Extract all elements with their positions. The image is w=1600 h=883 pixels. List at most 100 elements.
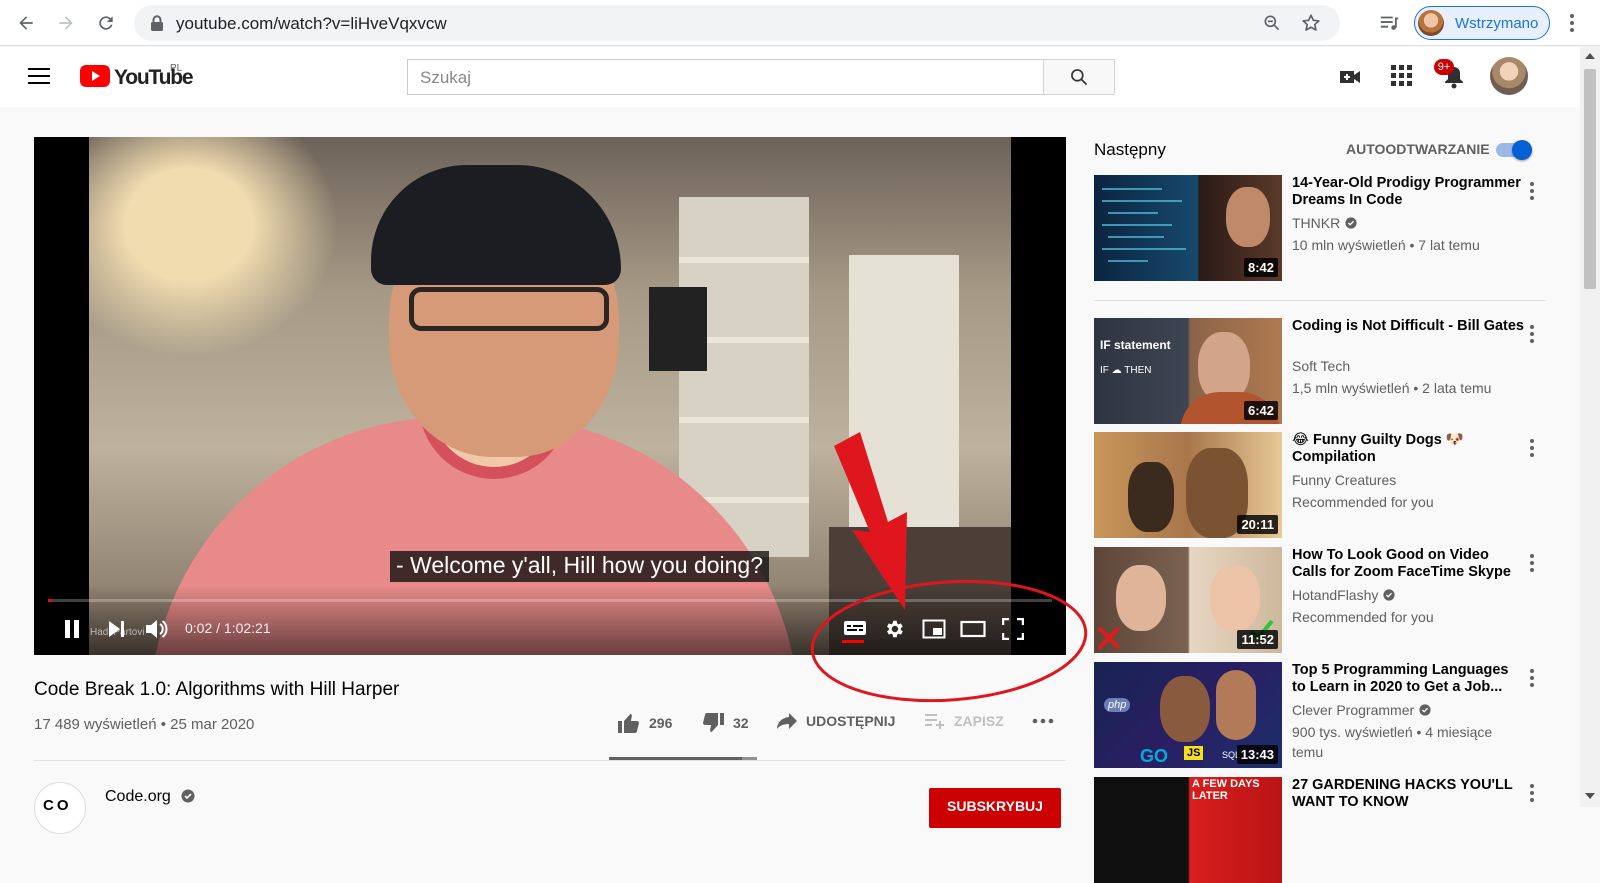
pause-button[interactable] <box>54 611 90 647</box>
red-x-icon <box>1097 626 1121 650</box>
more-vertical-icon[interactable] <box>1524 666 1540 690</box>
share-button[interactable]: UDOSTĘPNIJ <box>776 712 895 730</box>
gear-icon <box>887 620 903 638</box>
sidebar-video-card[interactable]: A FEW DAYS LATER 27 GARDENING HACKS YOU'… <box>1094 777 1544 883</box>
video-thumbnail[interactable]: 8:42 <box>1094 175 1282 281</box>
video-card-channel[interactable]: Soft Tech <box>1292 358 1350 374</box>
video-card-channel[interactable]: Funny Creatures <box>1292 472 1396 488</box>
page-scrollbar[interactable] <box>1580 47 1600 807</box>
scroll-down-icon[interactable] <box>1585 793 1595 799</box>
like-count: 296 <box>649 715 673 731</box>
video-title: Code Break 1.0: Algorithms with Hill Har… <box>34 679 400 700</box>
theater-mode-button[interactable] <box>955 611 991 647</box>
video-card-channel[interactable]: HotandFlashy <box>1292 587 1395 603</box>
lock-icon <box>151 15 163 31</box>
video-duration: 13:43 <box>1236 745 1278 764</box>
thumb-caption-2: IF ☁ THEN <box>1100 365 1152 376</box>
progress-bar[interactable] <box>48 599 1052 602</box>
video-thumbnail[interactable]: A FEW DAYS LATER <box>1094 777 1282 883</box>
back-button[interactable] <box>12 9 40 37</box>
more-vertical-icon[interactable] <box>1524 551 1540 575</box>
theater-mode-icon <box>960 620 986 638</box>
video-card-title[interactable]: How To Look Good on Video Calls for Zoom… <box>1292 547 1524 581</box>
dislike-button[interactable]: 32 <box>701 712 749 734</box>
sidebar-video-card[interactable]: php GO JS SQL 13:43 Top 5 Programming La… <box>1094 662 1544 768</box>
autoplay-toggle[interactable] <box>1496 140 1536 160</box>
verified-badge-icon <box>1345 217 1357 229</box>
user-avatar[interactable] <box>1490 57 1528 95</box>
subtitles-button[interactable] <box>837 611 873 647</box>
video-thumbnail[interactable]: 11:52 <box>1094 547 1282 653</box>
sidebar-separator <box>1094 300 1546 301</box>
autoplay-label: AUTOODTWARZANIE <box>1346 141 1490 157</box>
more-vertical-icon[interactable] <box>1524 179 1540 203</box>
video-views-date: 17 489 wyświetleń • 25 mar 2020 <box>34 716 255 733</box>
search-placeholder: Szukaj <box>420 68 472 87</box>
code-overlay-icon <box>1102 188 1186 262</box>
youtube-logo[interactable]: YouTube PL <box>80 63 194 89</box>
video-card-title[interactable]: 27 GARDENING HACKS YOU'LL WANT TO KNOW <box>1292 777 1524 811</box>
miniplayer-icon <box>922 619 946 639</box>
more-horizontal-icon <box>1032 718 1054 724</box>
sidebar-video-card[interactable]: 11:52 How To Look Good on Video Calls fo… <box>1094 547 1544 653</box>
volume-button[interactable] <box>138 611 174 647</box>
browser-menu-icon[interactable] <box>1568 12 1576 34</box>
share-label: UDOSTĘPNIJ <box>806 713 896 729</box>
share-icon <box>777 713 797 729</box>
media-queue-icon[interactable] <box>1378 12 1400 34</box>
search-button[interactable] <box>1043 59 1115 95</box>
video-card-channel-name: Clever Programmer <box>1292 702 1415 718</box>
search-input[interactable]: Szukaj <box>407 59 1043 95</box>
address-bar[interactable]: youtube.com/watch?v=liHveVqxvcw <box>134 5 1340 41</box>
zoom-icon[interactable] <box>1262 13 1282 33</box>
hamburger-menu-icon[interactable] <box>28 67 50 85</box>
fullscreen-button[interactable] <box>995 611 1031 647</box>
sidebar-video-card[interactable]: 20:11 😂 Funny Guilty Dogs 🐶 Compilation … <box>1094 432 1544 538</box>
profile-paused-chip[interactable]: Wstrzymano <box>1414 6 1550 40</box>
back-arrow-icon <box>19 16 33 30</box>
video-card-title[interactable]: Coding is Not Difficult - Bill Gates <box>1292 318 1524 335</box>
channel-avatar[interactable]: CO <box>34 782 86 834</box>
paused-label: Wstrzymano <box>1455 15 1539 32</box>
more-vertical-icon[interactable] <box>1524 436 1540 460</box>
pause-icon <box>65 620 79 638</box>
video-thumbnail[interactable]: IF statement IF ☁ THEN 6:42 <box>1094 318 1282 424</box>
reload-button[interactable] <box>92 9 120 37</box>
video-card-title[interactable]: 😂 Funny Guilty Dogs 🐶 Compilation <box>1292 432 1524 466</box>
video-thumbnail[interactable]: php GO JS SQL 13:43 <box>1094 662 1282 768</box>
video-card-title[interactable]: Top 5 Programming Languages to Learn in … <box>1292 662 1524 696</box>
up-next-label: Następny <box>1094 140 1166 159</box>
miniplayer-button[interactable] <box>916 611 952 647</box>
forward-button[interactable] <box>52 9 80 37</box>
create-video-icon[interactable] <box>1338 65 1362 89</box>
next-video-button[interactable] <box>98 611 134 647</box>
sidebar-video-card[interactable]: 8:42 14-Year-Old Prodigy Programmer Drea… <box>1094 175 1544 281</box>
bookmark-star-icon[interactable] <box>1300 12 1322 34</box>
video-player[interactable]: - Welcome y'all, Hill how you doing? Had… <box>34 137 1066 655</box>
subtitles-active-indicator <box>842 640 864 643</box>
video-duration: 8:42 <box>1243 258 1278 277</box>
more-actions-button[interactable] <box>1032 718 1054 724</box>
more-vertical-icon[interactable] <box>1524 322 1540 346</box>
video-card-title[interactable]: 14-Year-Old Prodigy Programmer Dreams In… <box>1292 175 1524 209</box>
subscribe-button[interactable]: SUBSKRYBUJ <box>929 788 1061 828</box>
apps-grid-icon[interactable] <box>1391 65 1413 87</box>
more-vertical-icon[interactable] <box>1524 781 1540 805</box>
subtitles-icon <box>844 621 866 635</box>
youtube-play-logo-icon <box>80 65 110 87</box>
save-button[interactable]: ZAPISZ <box>924 712 1004 730</box>
info-divider <box>34 760 1066 761</box>
skip-next-icon <box>109 621 124 637</box>
video-card-channel[interactable]: Clever Programmer <box>1292 702 1431 718</box>
scrollbar-thumb[interactable] <box>1584 69 1596 289</box>
verified-badge-icon <box>1419 704 1431 716</box>
video-card-channel[interactable]: THNKR <box>1292 215 1357 231</box>
like-button[interactable]: 296 <box>617 712 672 734</box>
fullscreen-icon <box>1002 618 1024 640</box>
video-thumbnail[interactable]: 20:11 <box>1094 432 1282 538</box>
channel-name[interactable]: Code.org <box>105 788 195 806</box>
settings-button[interactable] <box>876 611 912 647</box>
browser-toolbar: youtube.com/watch?v=liHveVqxvcw Wstrzyma… <box>0 0 1600 46</box>
sidebar-video-card[interactable]: IF statement IF ☁ THEN 6:42 Coding is No… <box>1094 318 1544 424</box>
scroll-up-icon[interactable] <box>1585 53 1595 59</box>
